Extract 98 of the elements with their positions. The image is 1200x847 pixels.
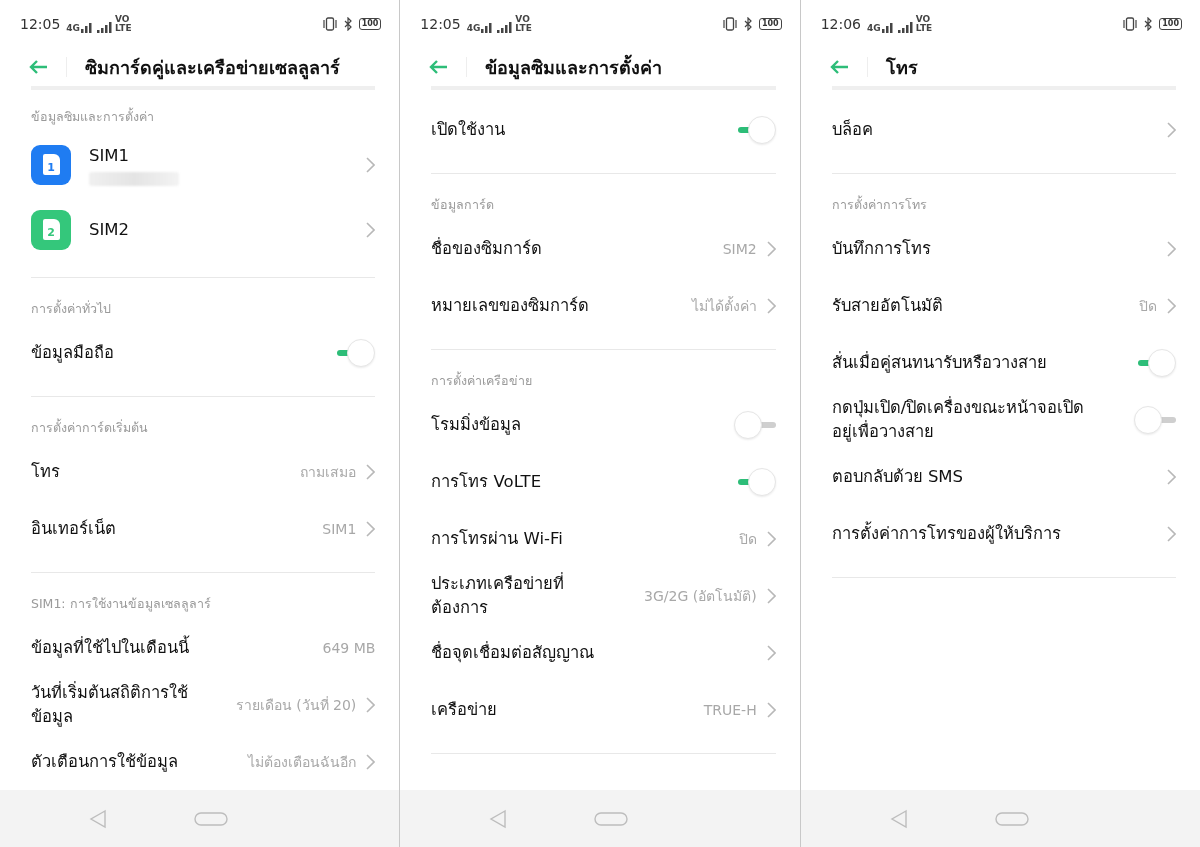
vibrate-icon — [721, 17, 738, 31]
network-type: 4G — [66, 24, 80, 33]
setting-label[interactable]: รับสายอัตโนมัติ — [831, 293, 943, 318]
home-icon[interactable] — [994, 811, 1029, 826]
home-icon[interactable] — [594, 811, 629, 826]
chevron-icon — [366, 463, 376, 480]
setting-label[interactable]: วันที่เริ่มต้นสถิติการใช้ข้อมูล — [31, 680, 201, 729]
screen-title: ซิมการ์ดคู่และเครือข่ายเซลลูลาร์ — [85, 55, 340, 82]
section-header: ข้อมูลการ์ด — [431, 195, 495, 215]
setting-value: SIM2 — [722, 240, 757, 257]
back-icon[interactable] — [88, 808, 108, 829]
signal-icon — [96, 21, 114, 33]
chevron-icon — [1167, 525, 1176, 542]
back-icon[interactable] — [488, 808, 509, 829]
setting-label: ข้อมูลมือถือ — [31, 341, 114, 365]
home-icon[interactable] — [194, 811, 228, 826]
setting-label: การโทร VoLTE — [431, 470, 542, 493]
chevron-icon — [766, 644, 776, 661]
setting-label[interactable]: หมายเลขของซิมการ์ด — [431, 293, 590, 318]
setting-value: 3G/2G (อัตโนมัติ) — [644, 586, 757, 606]
volte-indicator: VO LTE — [915, 15, 933, 33]
sim-label[interactable]: SIM2 — [89, 217, 349, 242]
setting-label[interactable]: ชื่อของซิมการ์ด — [431, 236, 543, 261]
setting-label[interactable]: การโทรผ่าน Wi-Fi — [431, 526, 563, 551]
setting-value: TRUE-H — [703, 701, 757, 718]
chevron-icon — [766, 701, 776, 718]
setting-label[interactable]: โทร — [31, 459, 60, 484]
battery-indicator: 100 — [358, 18, 382, 30]
status-time: 12:05 — [20, 16, 61, 32]
chevron-icon — [366, 221, 376, 238]
setting-value: ไม่ต้องเตือนฉันอีก — [248, 752, 357, 772]
setting-label: เปิดใช้งาน — [431, 118, 506, 141]
section-header: การตั้งค่าทั่วไป — [31, 298, 111, 318]
setting-label[interactable]: ประเภทเครือข่ายที่ต้องการ — [431, 571, 602, 620]
setting-value: ปิด — [1139, 296, 1157, 316]
signal-icon — [881, 21, 896, 33]
chevron-icon — [1167, 297, 1176, 314]
setting-label[interactable]: การตั้งค่าการโทรของผู้ให้บริการ — [831, 521, 1061, 546]
setting-label[interactable]: บันทึกการโทร — [831, 236, 931, 261]
bluetooth-icon — [343, 17, 353, 31]
chevron-icon — [366, 520, 376, 537]
setting-value: รายเดือน (วันที่ 20) — [235, 695, 357, 715]
back-icon[interactable] — [888, 808, 909, 829]
screen-title: ข้อมูลซิมและการตั้งค่า — [485, 53, 663, 82]
chevron-icon — [1167, 468, 1176, 485]
volte-indicator: VO LTE — [115, 15, 132, 33]
chevron-icon — [366, 156, 376, 173]
setting-label[interactable]: ตัวเตือนการใช้ข้อมูล — [31, 749, 178, 774]
chevron-icon — [766, 530, 776, 547]
toggle-switch[interactable] — [733, 410, 776, 439]
chevron-icon — [1167, 240, 1176, 257]
sim-card-icon: 2 — [31, 209, 71, 250]
setting-label[interactable]: ตอบกลับด้วย SMS — [831, 464, 964, 489]
section-header: การตั้งค่าเครือข่าย — [431, 370, 533, 390]
battery-indicator: 100 — [1159, 18, 1182, 30]
setting-label[interactable]: ชื่อจุดเชื่อมต่อสัญญาณ — [431, 640, 595, 665]
section-header: การตั้งค่าการโทร — [831, 194, 927, 214]
status-time: 12:06 — [820, 16, 861, 32]
signal-icon — [896, 21, 915, 33]
setting-label[interactable]: เครือข่าย — [431, 697, 498, 722]
status-time: 12:05 — [420, 16, 461, 32]
back-arrow-icon[interactable] — [428, 59, 449, 75]
setting-label[interactable]: อินเทอร์เน็ต — [31, 516, 116, 541]
bluetooth-icon — [743, 17, 753, 31]
network-type: 4G — [466, 24, 481, 33]
chevron-icon — [366, 753, 376, 770]
setting-label: สั่นเมื่อคู่สนทนารับหรือวางสาย — [831, 350, 1047, 375]
setting-label[interactable]: บล็อค — [831, 117, 873, 142]
chevron-icon — [766, 240, 776, 257]
battery-indicator: 100 — [758, 18, 782, 30]
sim-label[interactable]: SIM1 — [89, 143, 349, 168]
vibrate-icon — [321, 17, 338, 31]
chevron-icon — [766, 297, 776, 314]
toggle-switch[interactable] — [1134, 405, 1176, 434]
volte-indicator: VO LTE — [515, 15, 532, 33]
section-header: ข้อมูลซิมและการตั้งค่า — [31, 106, 154, 127]
setting-value: SIM1 — [322, 520, 357, 537]
chevron-icon — [766, 587, 776, 604]
setting-value: 649 MB — [322, 639, 376, 656]
setting-value: ไม่ได้ตั้งค่า — [691, 295, 757, 316]
signal-icon — [496, 21, 515, 33]
back-arrow-icon[interactable] — [28, 59, 48, 75]
bluetooth-icon — [1144, 17, 1154, 31]
setting-value: ถามเสมอ — [300, 462, 357, 482]
section-header: การตั้งค่าการ์ดเริ่มต้น — [31, 417, 148, 437]
network-type: 4G — [867, 24, 881, 33]
setting-label[interactable]: ข้อมูลที่ใช้ไปในเดือนนี้ — [31, 635, 189, 660]
setting-label: กดปุ่มเปิด/ปิดเครื่องขณะหน้าจอเปิดอยู่เพื่อวางสาย — [831, 395, 1086, 444]
vibrate-icon — [1122, 17, 1139, 31]
chevron-icon — [366, 696, 376, 713]
chevron-icon — [1167, 121, 1176, 138]
setting-label: โรมมิ่งข้อมูล — [431, 412, 522, 437]
setting-value: ปิด — [738, 529, 757, 549]
screen-title: โทร — [885, 55, 918, 80]
section-header: SIM1: การใช้งานข้อมูลเซลลูลาร์ — [31, 594, 211, 614]
sim-card-icon: 1 — [31, 144, 71, 185]
signal-icon — [81, 21, 95, 33]
back-arrow-icon[interactable] — [828, 59, 849, 75]
